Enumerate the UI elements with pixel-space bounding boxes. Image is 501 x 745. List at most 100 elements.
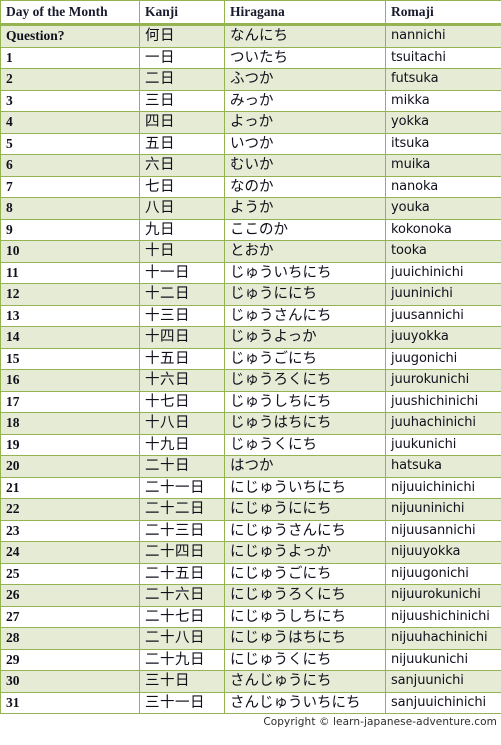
cell-hiragana: にじゅうさんにち — [224, 519, 386, 542]
cell-day: 4 — [0, 111, 140, 134]
cell-hiragana: じゅういちにち — [224, 261, 386, 284]
cell-romaji: juukunichi — [385, 433, 501, 456]
cell-romaji: nijuuhachinichi — [385, 627, 501, 650]
cell-hiragana: にじゅういちにち — [224, 476, 386, 499]
table-row: 26 二十六日 にじゅうろくにち nijuurokunichi — [0, 584, 501, 607]
cell-day: 21 — [0, 476, 140, 499]
cell-hiragana: じゅうさんにち — [224, 304, 386, 327]
table-row: 13 十三日 じゅうさんにち juusannichi — [0, 304, 501, 327]
cell-hiragana: ふつか — [224, 68, 386, 91]
cell-day: 7 — [0, 175, 140, 198]
column-header-day: Day of the Month — [0, 0, 140, 26]
cell-hiragana: にじゅうごにち — [224, 562, 386, 585]
cell-romaji: kokonoka — [385, 218, 501, 241]
cell-day: 3 — [0, 89, 140, 112]
cell-day: 23 — [0, 519, 140, 542]
cell-romaji: hatsuka — [385, 455, 501, 478]
cell-romaji: nijuugonichi — [385, 562, 501, 585]
cell-day: 26 — [0, 584, 140, 607]
cell-romaji: sanjuuichinichi — [385, 691, 501, 714]
cell-hiragana: にじゅうろくにち — [224, 584, 386, 607]
cell-kanji: 二十四日 — [139, 541, 225, 564]
cell-day: 28 — [0, 627, 140, 650]
cell-romaji: juugonichi — [385, 347, 501, 370]
cell-romaji: nijuuichinichi — [385, 476, 501, 499]
table-row: 28 二十八日 にじゅうはちにち nijuuhachinichi — [0, 627, 501, 650]
cell-kanji: 二日 — [139, 68, 225, 91]
cell-hiragana: なんにち — [224, 24, 386, 48]
column-header-romaji: Romaji — [385, 0, 501, 26]
cell-day: Question? — [0, 24, 140, 48]
cell-day: 30 — [0, 670, 140, 693]
cell-hiragana: じゅうくにち — [224, 433, 386, 456]
cell-hiragana: じゅうろくにち — [224, 369, 386, 392]
column-header-hiragana: Hiragana — [224, 0, 386, 26]
cell-romaji: nanoka — [385, 175, 501, 198]
cell-kanji: 二十八日 — [139, 627, 225, 650]
cell-day: 8 — [0, 197, 140, 220]
table-row: 6 六日 むいか muika — [0, 154, 501, 177]
cell-kanji: 三十一日 — [139, 691, 225, 714]
cell-hiragana: ようか — [224, 197, 386, 220]
cell-romaji: youka — [385, 197, 501, 220]
cell-kanji: 二十六日 — [139, 584, 225, 607]
cell-romaji: juuninichi — [385, 283, 501, 306]
cell-kanji: 二十日 — [139, 455, 225, 478]
footer-copyright: Copyright © learn-japanese-adventure.com — [263, 716, 497, 728]
cell-hiragana: にじゅうににち — [224, 498, 386, 521]
table-row: 4 四日 よっか yokka — [0, 111, 501, 134]
cell-hiragana: じゅうしちにち — [224, 390, 386, 413]
cell-romaji: nijuurokunichi — [385, 584, 501, 607]
table-row: 12 十二日 じゅうににち juuninichi — [0, 283, 501, 306]
table-row: 22 二十二日 にじゅうににち nijuuninichi — [0, 498, 501, 521]
cell-kanji: 四日 — [139, 111, 225, 134]
table-header: Day of the Month Kanji Hiragana Romaji — [0, 0, 501, 26]
cell-day: 5 — [0, 132, 140, 155]
cell-kanji: 十三日 — [139, 304, 225, 327]
cell-kanji: 二十三日 — [139, 519, 225, 542]
cell-kanji: 八日 — [139, 197, 225, 220]
cell-kanji: 三十日 — [139, 670, 225, 693]
cell-hiragana: じゅうはちにち — [224, 412, 386, 435]
table-row: 9 九日 ここのか kokonoka — [0, 218, 501, 241]
cell-kanji: 十日 — [139, 240, 225, 263]
header-row: Day of the Month Kanji Hiragana Romaji — [0, 0, 501, 26]
cell-kanji: 三日 — [139, 89, 225, 112]
table-row: 2 二日 ふつか futsuka — [0, 68, 501, 91]
cell-kanji: 十九日 — [139, 433, 225, 456]
cell-hiragana: さんじゅうにち — [224, 670, 386, 693]
cell-day: 1 — [0, 46, 140, 69]
table-row: 24 二十四日 にじゅうよっか nijuuyokka — [0, 541, 501, 564]
column-header-kanji: Kanji — [139, 0, 225, 26]
cell-hiragana: ここのか — [224, 218, 386, 241]
cell-day: 27 — [0, 605, 140, 628]
table-row: 11 十一日 じゅういちにち juuichinichi — [0, 261, 501, 284]
cell-hiragana: にじゅうはちにち — [224, 627, 386, 650]
table-row: 27 二十七日 にじゅうしちにち nijuushichinichi — [0, 605, 501, 628]
table-row: 15 十五日 じゅうごにち juugonichi — [0, 347, 501, 370]
cell-hiragana: むいか — [224, 154, 386, 177]
cell-romaji: juusannichi — [385, 304, 501, 327]
cell-hiragana: ついたち — [224, 46, 386, 69]
table-row: Question? 何日 なんにち nannichi — [0, 24, 501, 48]
table-row: 29 二十九日 にじゅうくにち nijuukunichi — [0, 648, 501, 671]
cell-day: 29 — [0, 648, 140, 671]
cell-day: 18 — [0, 412, 140, 435]
cell-kanji: 二十二日 — [139, 498, 225, 521]
cell-romaji: mikka — [385, 89, 501, 112]
cell-romaji: futsuka — [385, 68, 501, 91]
cell-kanji: 二十七日 — [139, 605, 225, 628]
table-row: 20 二十日 はつか hatsuka — [0, 455, 501, 478]
cell-day: 13 — [0, 304, 140, 327]
cell-romaji: nijuuninichi — [385, 498, 501, 521]
cell-kanji: 十一日 — [139, 261, 225, 284]
cell-day: 14 — [0, 326, 140, 349]
table-row: 17 十七日 じゅうしちにち juushichinichi — [0, 390, 501, 413]
table-row: 25 二十五日 にじゅうごにち nijuugonichi — [0, 562, 501, 585]
cell-romaji: nijuuyokka — [385, 541, 501, 564]
cell-hiragana: いつか — [224, 132, 386, 155]
cell-romaji: juurokunichi — [385, 369, 501, 392]
cell-romaji: itsuka — [385, 132, 501, 155]
cell-kanji: 二十五日 — [139, 562, 225, 585]
cell-day: 31 — [0, 691, 140, 714]
